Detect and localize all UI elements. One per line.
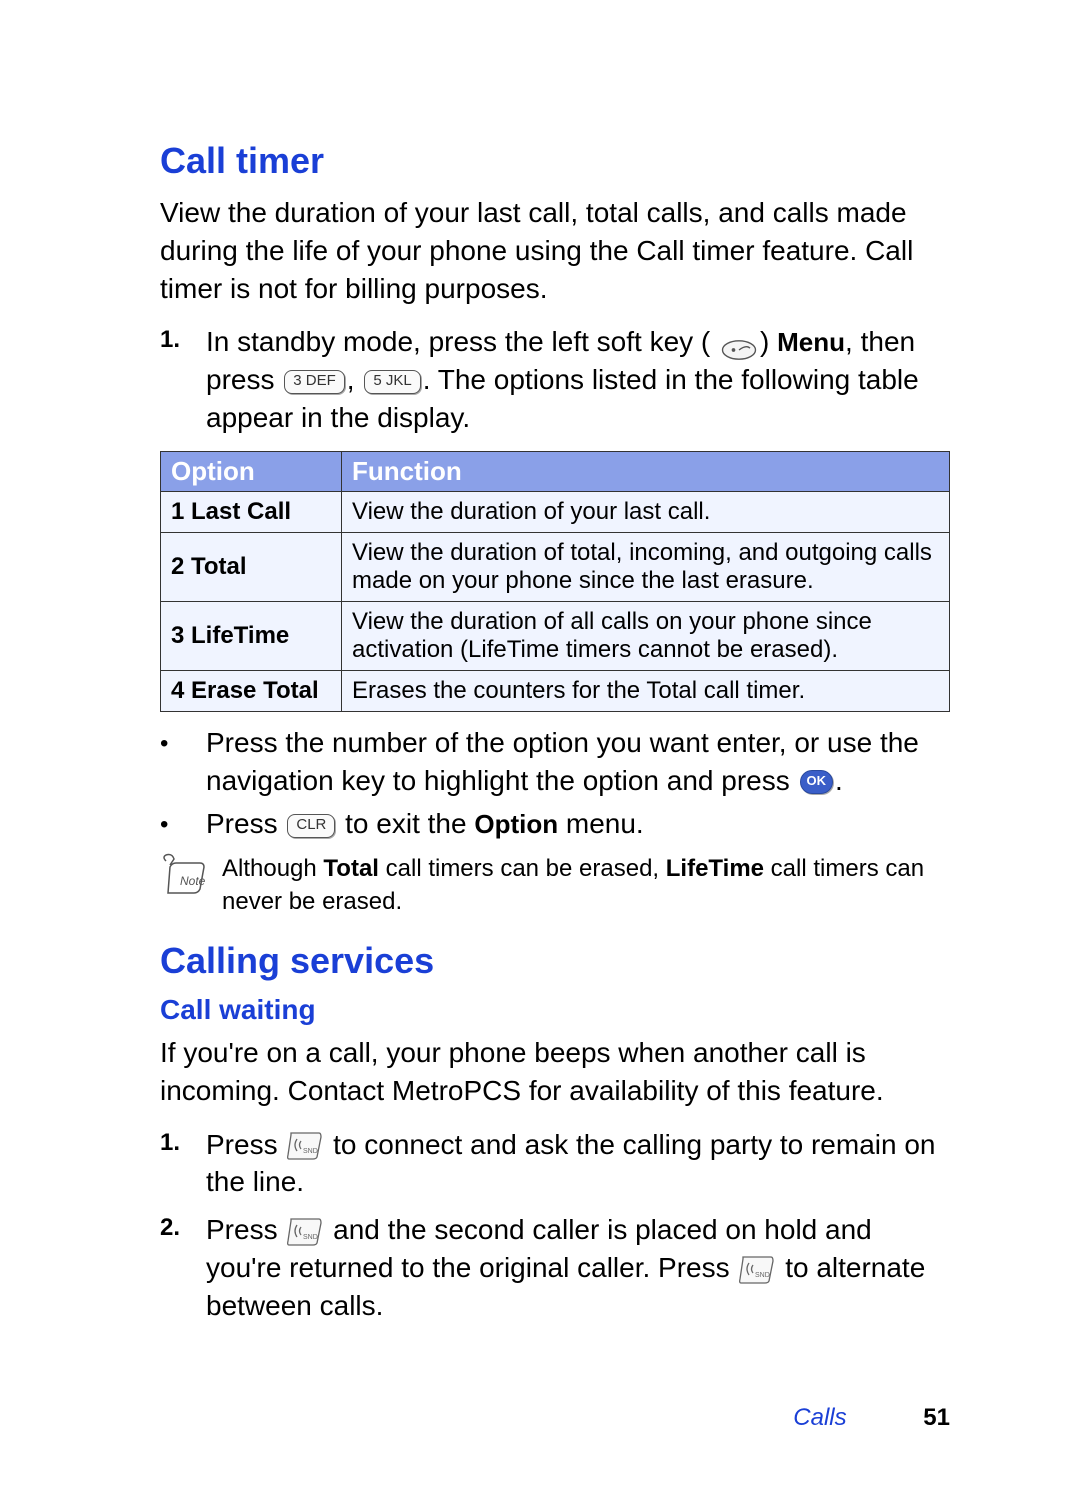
step-body: Press SND and the second caller is place… (206, 1211, 950, 1324)
table-row: 3 LifeTime View the duration of all call… (161, 601, 950, 670)
col-function: Function (342, 451, 950, 491)
send-key-icon: SND (287, 1217, 323, 1247)
option-label: Option (474, 809, 558, 839)
footer-page-number: 51 (923, 1404, 950, 1431)
table-row: 1 Last Call View the duration of your la… (161, 491, 950, 532)
text: In standby mode, press the left soft key… (206, 326, 710, 357)
send-key-icon: SND (287, 1131, 323, 1161)
table-header-row: Option Function (161, 451, 950, 491)
svg-text:Note: Note (180, 874, 206, 888)
function-cell: View the duration of all calls on your p… (342, 601, 950, 670)
lifetime-label: LifeTime (666, 855, 764, 882)
footer-section: Calls (793, 1404, 846, 1431)
text: Press (206, 1214, 285, 1245)
note: Note Although Total call timers can be e… (160, 853, 950, 918)
function-cell: View the duration of total, incoming, an… (342, 532, 950, 601)
text: . (835, 765, 843, 796)
svg-text:SND: SND (303, 1148, 318, 1155)
text: call timers can be erased, (379, 855, 666, 882)
table-row: 2 Total View the duration of total, inco… (161, 532, 950, 601)
call-waiting-steps: 1. Press SND to connect and ask the call… (160, 1126, 950, 1325)
manual-page: Call timer View the duration of your las… (0, 0, 1080, 1492)
list-item: 2. Press SND and the second caller is pl… (160, 1211, 950, 1324)
heading-call-timer: Call timer (160, 140, 950, 182)
heading-calling-services: Calling services (160, 940, 950, 982)
option-cell: 1 Last Call (161, 491, 342, 532)
option-cell: 4 Erase Total (161, 670, 342, 711)
text: menu. (558, 808, 644, 839)
page-footer: Calls 51 (793, 1404, 950, 1432)
text: Press (206, 1129, 285, 1160)
heading-call-waiting: Call waiting (160, 994, 950, 1026)
text: to exit the (345, 808, 474, 839)
text: Press (206, 808, 285, 839)
svg-text:SND: SND (303, 1234, 318, 1241)
table-row: 4 Erase Total Erases the counters for th… (161, 670, 950, 711)
option-cell: 2 Total (161, 532, 342, 601)
call-timer-intro: View the duration of your last call, tot… (160, 194, 950, 307)
left-softkey-icon (720, 333, 758, 355)
note-icon: Note (160, 853, 210, 903)
bullet-icon: • (160, 805, 206, 841)
option-cell: 3 LifeTime (161, 601, 342, 670)
list-item: • Press CLR to exit the Option menu. (160, 805, 950, 843)
function-cell: Erases the counters for the Total call t… (342, 670, 950, 711)
col-option: Option (161, 451, 342, 491)
menu-label: Menu (777, 327, 845, 357)
text: , (347, 364, 363, 395)
step-number: 1. (160, 1126, 206, 1157)
list-item: 1. Press SND to connect and ask the call… (160, 1126, 950, 1202)
step-number: 1. (160, 323, 206, 354)
text: Although (222, 855, 323, 882)
key-3-icon: 3 DEF (284, 370, 345, 394)
key-5-icon: 5 JKL (364, 370, 420, 394)
step-body: Press SND to connect and ask the calling… (206, 1126, 950, 1202)
options-table: Option Function 1 Last Call View the dur… (160, 451, 950, 712)
step-body: In standby mode, press the left soft key… (206, 323, 950, 436)
call-waiting-intro: If you're on a call, your phone beeps wh… (160, 1034, 950, 1110)
send-key-icon: SND (739, 1255, 775, 1285)
function-cell: View the duration of your last call. (342, 491, 950, 532)
bullet-icon: • (160, 724, 206, 760)
bullet-body: Press CLR to exit the Option menu. (206, 805, 644, 843)
note-text: Although Total call timers can be erased… (222, 853, 950, 918)
list-item: 1. In standby mode, press the left soft … (160, 323, 950, 436)
call-timer-bullets: • Press the number of the option you wan… (160, 724, 950, 843)
svg-text:SND: SND (755, 1272, 770, 1279)
bullet-body: Press the number of the option you want … (206, 724, 950, 800)
step-number: 2. (160, 1211, 206, 1242)
total-label: Total (323, 855, 379, 882)
list-item: • Press the number of the option you wan… (160, 724, 950, 800)
call-timer-steps: 1. In standby mode, press the left soft … (160, 323, 950, 436)
clr-key-icon: CLR (287, 814, 335, 838)
ok-key-icon: OK (800, 770, 834, 794)
